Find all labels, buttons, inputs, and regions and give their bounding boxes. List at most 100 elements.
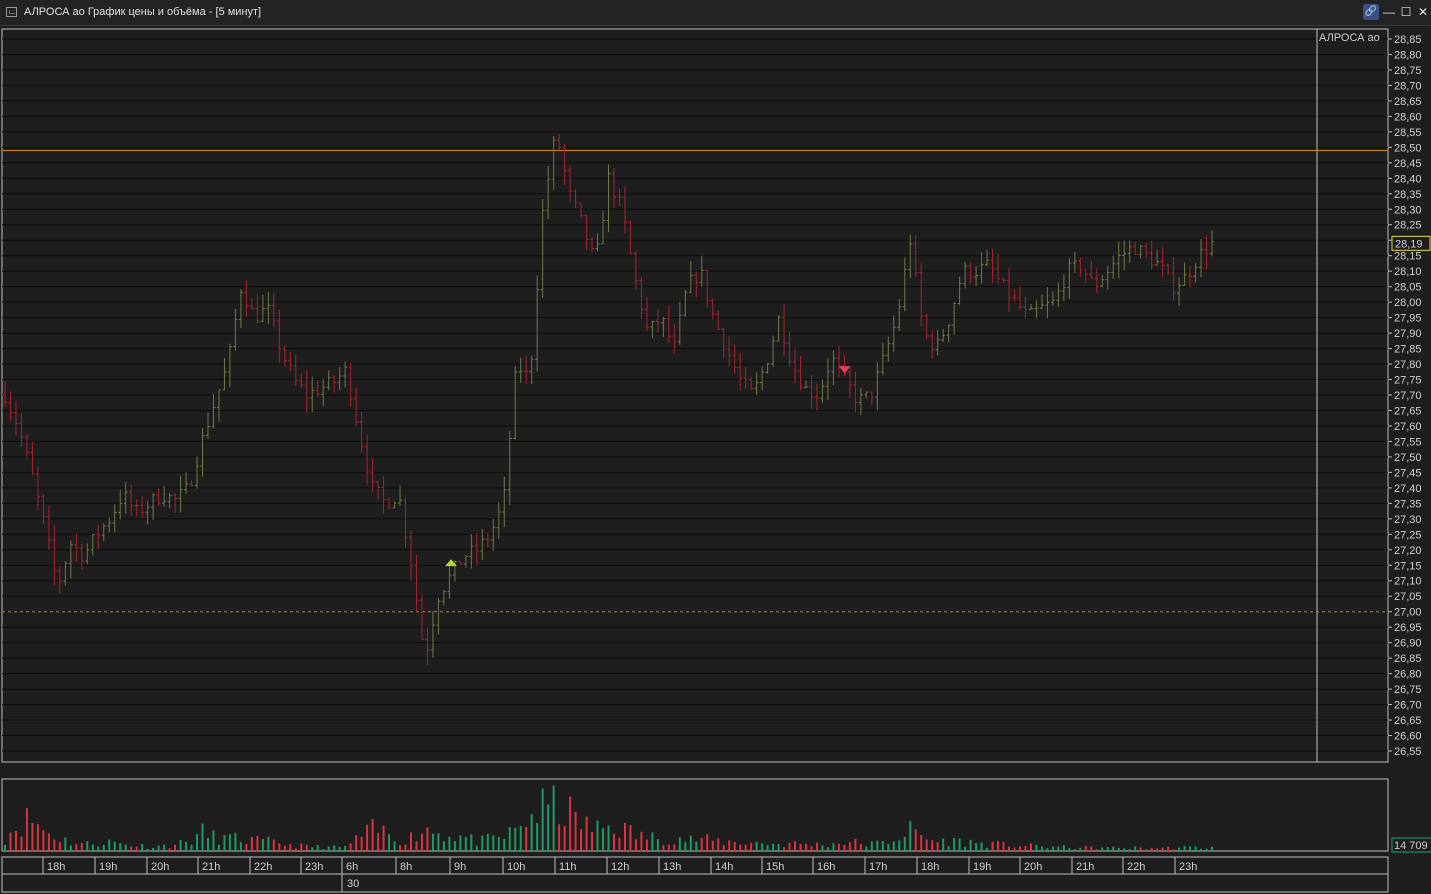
series-legend: АЛРОСА ао — [1319, 32, 1380, 44]
ohlc-bar — [90, 533, 95, 556]
ohlc-bar — [370, 458, 375, 493]
ohlc-bar — [941, 329, 946, 342]
ohlc-bar — [107, 517, 112, 533]
ohlc-bar — [310, 376, 315, 413]
y-tick-label: 28,10 — [1394, 266, 1422, 278]
y-tick-label: 27,65 — [1394, 405, 1422, 417]
ohlc-bar — [233, 308, 238, 351]
ohlc-bar — [1007, 267, 1012, 312]
ohlc-bar — [666, 305, 671, 343]
x-tick-label: 10h — [507, 861, 525, 873]
y-tick-label: 28,05 — [1394, 282, 1422, 294]
y-tick-label: 27,05 — [1394, 591, 1422, 603]
ohlc-bar — [979, 252, 984, 284]
ohlc-bar — [1138, 244, 1143, 259]
y-tick-label: 27,15 — [1394, 560, 1422, 572]
ohlc-bar — [1144, 242, 1149, 258]
ohlc-bar — [1050, 291, 1055, 306]
y-tick-label: 26,70 — [1394, 700, 1422, 712]
ohlc-bar — [249, 298, 254, 310]
ohlc-bar — [332, 375, 337, 393]
ohlc-bar — [601, 210, 606, 245]
ohlc-bar — [1210, 230, 1214, 257]
y-tick-label: 26,75 — [1394, 684, 1422, 696]
ohlc-bar — [1034, 300, 1039, 319]
y-tick-label: 27,35 — [1394, 498, 1422, 510]
ohlc-bar — [721, 327, 726, 359]
ohlc-bar — [1078, 257, 1083, 277]
y-tick-label: 28,40 — [1394, 173, 1422, 185]
ohlc-bar — [590, 236, 595, 252]
y-tick-label: 26,95 — [1394, 622, 1422, 634]
ohlc-bar — [847, 366, 852, 399]
volume-panel-frame — [1, 778, 1389, 852]
ohlc-bar — [760, 366, 765, 391]
ohlc-bar — [771, 335, 776, 368]
x-tick-label: 8h — [400, 861, 412, 873]
y-tick-label: 28,60 — [1394, 111, 1422, 123]
y-tick-label: 28,85 — [1394, 34, 1422, 46]
ohlc-bar — [74, 533, 79, 562]
ohlc-bar — [957, 276, 962, 306]
ohlc-bar — [875, 362, 880, 411]
ohlc-bar — [118, 489, 123, 520]
ohlc-bar — [288, 351, 293, 372]
ohlc-bar — [41, 494, 46, 525]
y-tick-label: 26,55 — [1394, 746, 1422, 758]
ohlc-bar — [469, 533, 474, 569]
ohlc-bar — [354, 387, 359, 427]
ohlc-bar — [238, 289, 243, 329]
ohlc-bar — [96, 524, 101, 550]
ohlc-bar — [902, 257, 907, 312]
ohlc-bar — [101, 523, 106, 542]
last-price-label: 28,19 — [1395, 238, 1423, 250]
ohlc-bar — [1094, 268, 1099, 293]
y-tick-label: 27,40 — [1394, 483, 1422, 495]
x-tick-label: 18h — [47, 861, 65, 873]
ohlc-bar — [57, 565, 62, 594]
ohlc-bar — [579, 202, 584, 218]
y-tick-label: 27,90 — [1394, 328, 1422, 340]
x-tick-label: 23h — [305, 861, 323, 873]
y-tick-label: 27,45 — [1394, 467, 1422, 479]
ohlc-bar — [1023, 296, 1028, 319]
ohlc-bar — [1133, 242, 1138, 256]
y-tick-label: 27,10 — [1394, 576, 1422, 588]
x-tick-label: 12h — [611, 861, 629, 873]
ohlc-bar — [1116, 241, 1121, 279]
ohlc-bar — [145, 501, 150, 525]
ohlc-bar — [639, 277, 644, 320]
x-tick-label: 19h — [973, 861, 991, 873]
ohlc-bar — [485, 532, 490, 548]
ohlc-bar — [968, 262, 973, 284]
price-volume-chart[interactable]: 28,85 28,80 28,75 28,70 28,65 28,60 28,55 28,50… — [0, 0, 1431, 894]
ohlc-bar — [430, 610, 435, 658]
x-tick-label: 21h — [202, 861, 220, 873]
ohlc-bar — [546, 165, 551, 219]
ohlc-bar — [123, 482, 128, 514]
y-tick-label: 26,90 — [1394, 638, 1422, 650]
ohlc-bar — [963, 261, 968, 289]
ohlc-bar — [200, 427, 205, 477]
ohlc-bar — [408, 530, 413, 581]
ohlc-bar — [557, 134, 562, 151]
y-tick-label: 28,80 — [1394, 49, 1422, 61]
y-tick-label: 27,70 — [1394, 390, 1422, 402]
ohlc-bar — [79, 543, 84, 570]
ohlc-bar — [184, 472, 189, 494]
ohlc-bar — [299, 373, 304, 389]
ohlc-bar — [595, 233, 600, 252]
x-tick-label: 6h — [346, 861, 358, 873]
ohlc-bar — [793, 347, 798, 384]
ohlc-bar — [776, 315, 781, 342]
ohlc-bar — [8, 391, 13, 421]
y-tick-label: 28,65 — [1394, 96, 1422, 108]
ohlc-bar — [611, 168, 616, 209]
ohlc-bar — [1160, 247, 1165, 277]
y-tick-label: 26,65 — [1394, 715, 1422, 727]
y-tick-label: 28,35 — [1394, 189, 1422, 201]
y-tick-label: 27,80 — [1394, 359, 1422, 371]
ohlc-bar — [381, 476, 386, 514]
date-label: 30 — [347, 878, 359, 890]
ohlc-bar — [1089, 261, 1094, 280]
